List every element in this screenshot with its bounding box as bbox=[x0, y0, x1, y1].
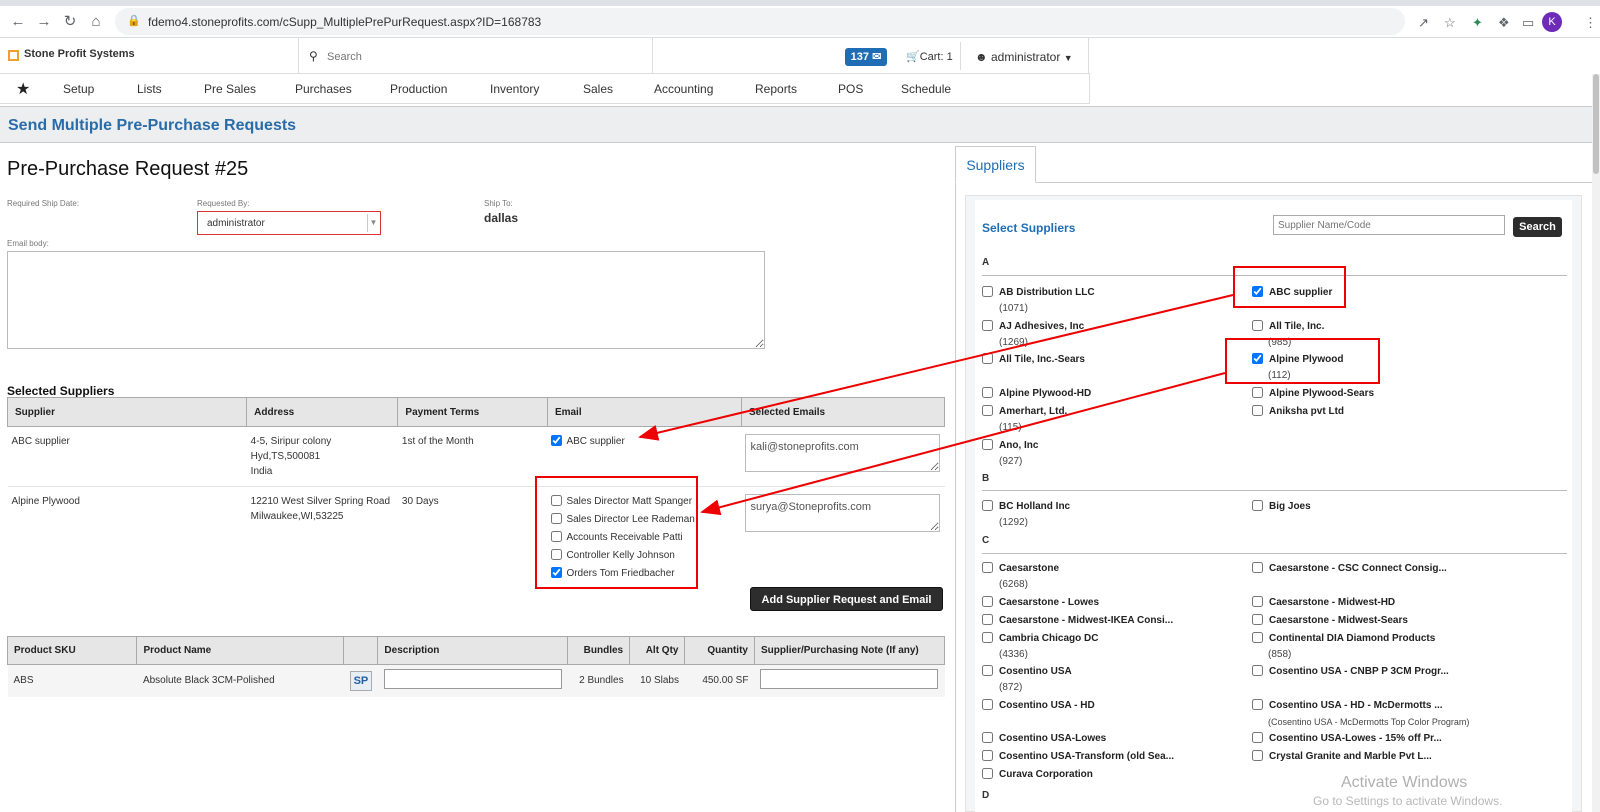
page-scrollbar[interactable] bbox=[1592, 74, 1600, 812]
annotation-arrow bbox=[700, 372, 1226, 516]
scrollbar-thumb[interactable] bbox=[1593, 74, 1599, 174]
activate-windows-title: Activate Windows bbox=[1341, 774, 1468, 791]
annotation-arrows bbox=[638, 294, 1234, 516]
activate-windows-subtitle: Go to Settings to activate Windows. bbox=[1313, 794, 1503, 808]
annotation-arrow bbox=[638, 294, 1234, 441]
